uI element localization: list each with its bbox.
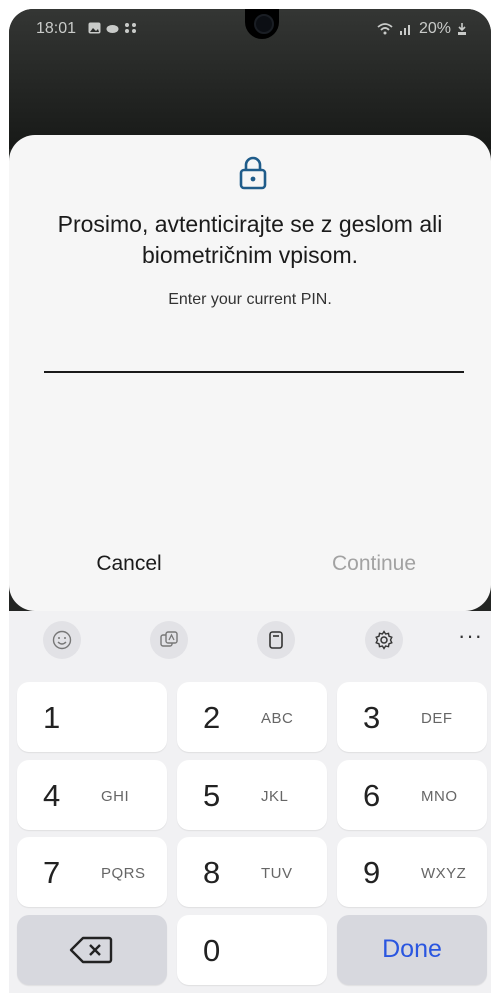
authentication-dialog: Prosimo, avtenticirajte se z geslom ali … (9, 135, 491, 611)
gallery-notification-icon (88, 22, 101, 34)
key-letters: GHI (101, 788, 130, 805)
key-digit: 7 (43, 855, 61, 890)
key-6[interactable]: 6 MNO (337, 760, 487, 830)
key-digit: 6 (363, 778, 381, 813)
key-digit: 1 (43, 700, 61, 735)
key-digit: 2 (203, 700, 221, 735)
key-letters: MNO (421, 788, 458, 805)
apps-notification-icon (125, 23, 136, 33)
backspace-key[interactable] (17, 915, 167, 985)
lock-icon (239, 156, 267, 190)
key-digit: 0 (203, 933, 221, 968)
dialog-subtitle: Enter your current PIN. (168, 291, 332, 308)
key-4[interactable]: 4 GHI (17, 760, 167, 830)
battery-icon (458, 23, 466, 35)
battery-percent: 20% (418, 20, 451, 37)
key-letters: DEF (421, 710, 453, 727)
key-digit: 8 (203, 855, 221, 890)
signal-icon (399, 25, 410, 35)
phone-screen: 18:01 20% Prosimo, avtenticirajte se z g… (9, 9, 491, 993)
numeric-keyboard: ··· 1 2 ABC 3 DEF 4 GHI 5 JKL 6 MNO 7 PQ… (9, 611, 491, 993)
emoji-icon[interactable] (43, 621, 81, 659)
key-5[interactable]: 5 JKL (177, 760, 327, 830)
settings-icon[interactable] (365, 621, 403, 659)
keyboard-toolbar: ··· (9, 611, 491, 667)
pin-input[interactable] (44, 333, 464, 373)
key-letters: ABC (261, 710, 294, 727)
key-8[interactable]: 8 TUV (177, 837, 327, 907)
wifi-icon (377, 23, 393, 35)
key-letters: PQRS (101, 865, 146, 882)
status-right-group: 20% (377, 20, 467, 38)
continue-button[interactable]: Continue (319, 547, 429, 581)
key-digit: 5 (203, 778, 221, 813)
status-time: 18:01 (36, 20, 77, 37)
dialog-title: Prosimo, avtenticirajte se z geslom ali … (57, 211, 443, 268)
more-icon[interactable]: ··· (458, 623, 483, 649)
key-3[interactable]: 3 DEF (337, 682, 487, 752)
sticker-icon[interactable] (150, 621, 188, 659)
key-digit: 3 (363, 700, 381, 735)
backspace-icon (69, 936, 113, 964)
key-7[interactable]: 7 PQRS (17, 837, 167, 907)
key-9[interactable]: 9 WXYZ (337, 837, 487, 907)
done-key[interactable]: Done (337, 915, 487, 985)
key-0[interactable]: 0 (177, 915, 327, 985)
key-digit: 9 (363, 855, 381, 890)
key-1[interactable]: 1 (17, 682, 167, 752)
key-2[interactable]: 2 ABC (177, 682, 327, 752)
clipboard-icon[interactable] (257, 621, 295, 659)
key-letters: TUV (261, 865, 293, 882)
cancel-button[interactable]: Cancel (79, 547, 179, 581)
done-label: Done (382, 935, 442, 963)
key-digit: 4 (43, 778, 61, 813)
key-letters: JKL (261, 788, 289, 805)
cloud-notification-icon (106, 25, 119, 33)
key-letters: WXYZ (421, 865, 467, 882)
